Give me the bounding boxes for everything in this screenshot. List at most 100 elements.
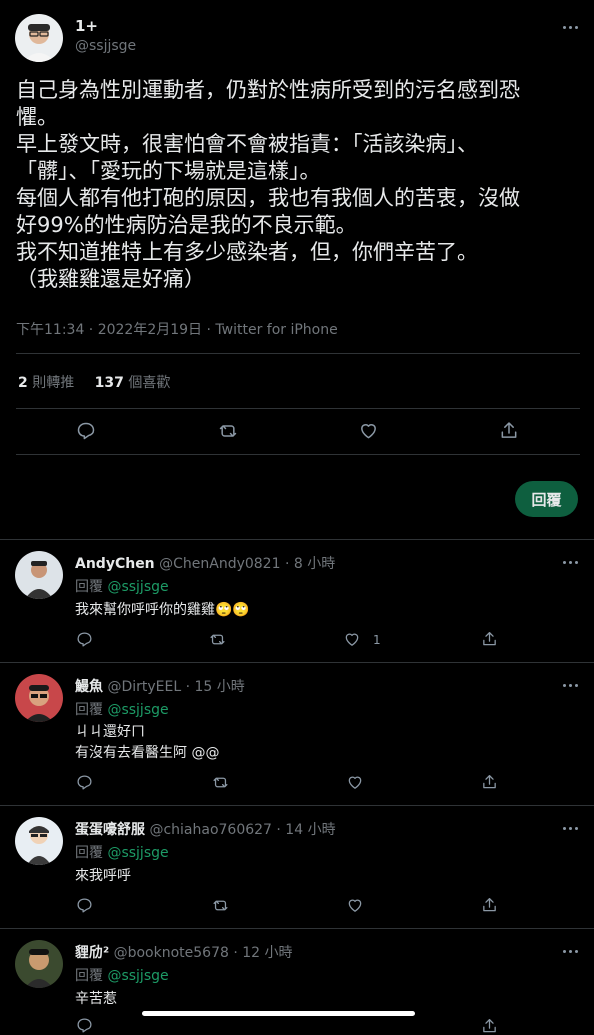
likes-count: 137: [94, 375, 124, 391]
share-icon: [483, 774, 496, 789]
reply-handle[interactable]: @booknote5678: [114, 945, 229, 961]
reply-text: 來我呼呼: [75, 868, 131, 884]
divider: [16, 353, 580, 354]
reply-time[interactable]: · 8 小時: [285, 556, 335, 572]
reply-context: 回覆 @ssjjsge: [75, 842, 169, 862]
reply-icon: [77, 1018, 92, 1033]
reply-mention[interactable]: @ssjjsge: [107, 845, 168, 861]
retweets-count: 2: [18, 375, 28, 391]
retweet-action[interactable]: [208, 631, 227, 648]
reply-header: AndyChen @ChenAndy0821 · 8 小時: [75, 553, 335, 573]
like-action[interactable]: [346, 774, 364, 791]
divider: [16, 454, 580, 455]
retweet-icon: [210, 634, 225, 645]
divider: [0, 539, 594, 540]
heart-icon: [345, 633, 359, 646]
reply-mention[interactable]: @ssjjsge: [107, 579, 168, 595]
share-icon: [483, 897, 496, 912]
like-action[interactable]: 1: [343, 631, 381, 648]
heart-icon: [348, 776, 362, 789]
share-action[interactable]: [481, 896, 498, 914]
reply-context: 回覆 @ssjjsge: [75, 965, 169, 985]
reply-time[interactable]: · 12 小時: [233, 945, 292, 961]
reply-name[interactable]: AndyChen: [75, 556, 155, 572]
author-handle[interactable]: @ssjjsge: [75, 38, 136, 54]
like-action[interactable]: [358, 421, 379, 441]
emoji: 🙄🙄: [215, 602, 250, 618]
share-action[interactable]: [481, 1017, 498, 1035]
reply-mention[interactable]: @ssjjsge: [107, 968, 168, 984]
divider: [0, 805, 594, 806]
retweet-action[interactable]: [217, 421, 239, 441]
reply-text: 我來幫你呼呼你的雞雞🙄🙄: [75, 599, 250, 619]
reply-icon: [77, 422, 95, 440]
share-icon: [483, 631, 496, 646]
reply-text-line: ㄐㄐ還好ㄇ: [75, 724, 145, 740]
reply-prefix: 回覆: [75, 702, 103, 718]
reply-text: 辛苦惹: [75, 991, 117, 1007]
reply-avatar[interactable]: [15, 674, 63, 722]
share-icon: [483, 1018, 496, 1033]
reply-icon: [77, 898, 92, 913]
more-icon[interactable]: [558, 946, 582, 956]
reply-time[interactable]: · 15 小時: [186, 679, 245, 695]
heart-icon: [361, 424, 376, 439]
reply-prefix: 回覆: [75, 845, 103, 861]
retweet-action[interactable]: [211, 897, 230, 914]
reply-name[interactable]: 鰻魚: [75, 679, 103, 695]
reply-name[interactable]: 貍劤²: [75, 945, 109, 961]
reply-prefix: 回覆: [75, 579, 103, 595]
author-avatar[interactable]: [15, 14, 63, 62]
share-action[interactable]: [499, 420, 519, 441]
more-icon[interactable]: [558, 22, 582, 32]
share-icon: [501, 422, 517, 438]
reply-action[interactable]: [76, 1017, 93, 1034]
reply-handle[interactable]: @DirtyEEL: [107, 679, 181, 695]
divider: [0, 662, 594, 663]
more-icon[interactable]: [558, 557, 582, 567]
retweet-icon: [213, 777, 228, 788]
like-count: 1: [373, 632, 381, 647]
reply-button[interactable]: 回覆: [515, 481, 578, 517]
reply-action[interactable]: [76, 774, 93, 791]
reply-header: 蛋蛋嚎舒服 @chiahao760627 · 14 小時: [75, 819, 336, 839]
divider: [0, 928, 594, 929]
home-indicator: [142, 1011, 415, 1016]
reply-action[interactable]: [76, 421, 96, 441]
reply-context: 回覆 @ssjjsge: [75, 699, 169, 719]
reply-icon: [77, 632, 92, 647]
more-icon[interactable]: [558, 680, 582, 690]
reply-handle[interactable]: @ChenAndy0821: [159, 556, 280, 572]
reply-mention[interactable]: @ssjjsge: [107, 702, 168, 718]
retweet-action[interactable]: [211, 774, 230, 791]
reply-name[interactable]: 蛋蛋嚎舒服: [75, 822, 145, 838]
tweet-timestamp[interactable]: 下午11:34 · 2022年2月19日 · Twitter for iPhon…: [16, 319, 338, 339]
retweet-icon: [213, 900, 228, 911]
reply-avatar[interactable]: [15, 817, 63, 865]
reply-avatar[interactable]: [15, 551, 63, 599]
reply-header: 貍劤² @booknote5678 · 12 小時: [75, 942, 293, 962]
heart-icon: [348, 899, 362, 912]
reply-text-line: 有沒有去看醫生阿 @@: [75, 745, 220, 761]
reply-context: 回覆 @ssjjsge: [75, 576, 169, 596]
retweets-stat[interactable]: 2 則轉推: [18, 375, 79, 391]
reply-body: 我來幫你呼呼你的雞雞: [75, 602, 215, 618]
likes-label: 個喜歡: [128, 375, 171, 391]
reply-action[interactable]: [76, 897, 93, 914]
reply-handle[interactable]: @chiahao760627: [149, 822, 272, 838]
share-action[interactable]: [481, 630, 498, 648]
reply-action[interactable]: [76, 631, 93, 648]
reply-header: 鰻魚 @DirtyEEL · 15 小時: [75, 676, 245, 696]
retweets-label: 則轉推: [32, 375, 75, 391]
like-action[interactable]: [346, 897, 364, 914]
tweet-text: 自己身為性別運動者，仍對於性病所受到的污名感到恐 懼。 早上發文時，很害怕會不會…: [16, 78, 520, 291]
reply-prefix: 回覆: [75, 968, 103, 984]
author-name[interactable]: 1+: [75, 17, 98, 35]
share-action[interactable]: [481, 773, 498, 791]
reply-time[interactable]: · 14 小時: [276, 822, 335, 838]
divider: [16, 408, 580, 409]
retweet-icon: [219, 425, 237, 437]
reply-avatar[interactable]: [15, 940, 63, 988]
more-icon[interactable]: [558, 823, 582, 833]
likes-stat[interactable]: 137 個喜歡: [95, 375, 171, 391]
